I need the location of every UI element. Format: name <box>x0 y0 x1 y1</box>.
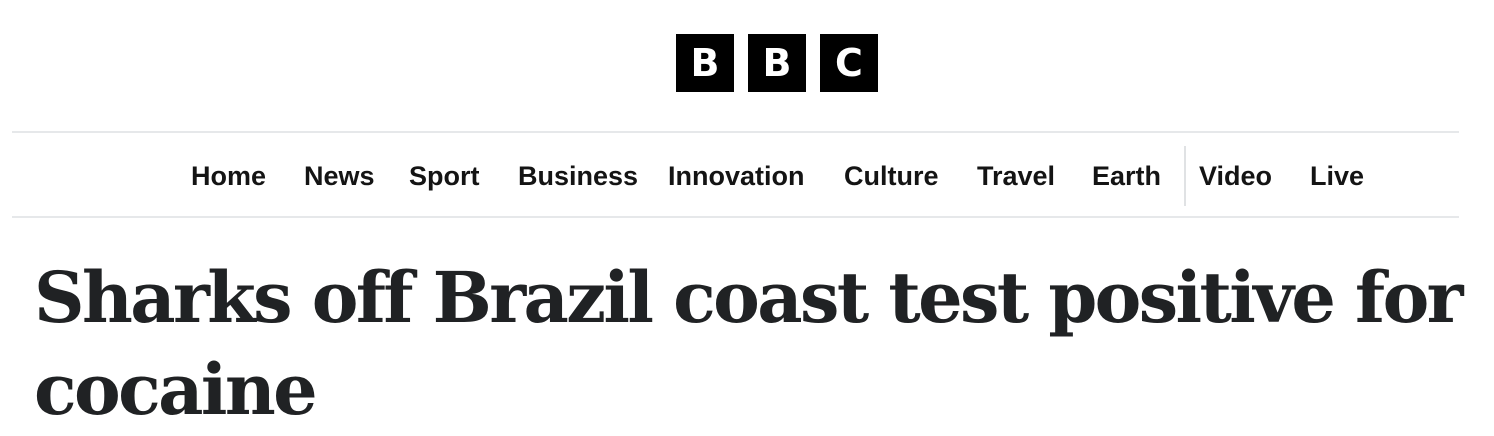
logo-letter-c: C <box>820 34 878 92</box>
nav-item-sport[interactable]: Sport <box>409 146 480 206</box>
header-divider-bottom <box>12 216 1459 218</box>
logo-letter-b2: B <box>748 34 806 92</box>
logo-letter-b1: B <box>676 34 734 92</box>
nav-item-live[interactable]: Live <box>1310 146 1364 206</box>
nav-item-travel[interactable]: Travel <box>977 146 1055 206</box>
nav-item-video[interactable]: Video <box>1199 146 1272 206</box>
nav-item-home[interactable]: Home <box>191 146 266 206</box>
nav-item-innovation[interactable]: Innovation <box>668 146 805 206</box>
header-divider-top <box>12 131 1459 133</box>
nav-item-business[interactable]: Business <box>518 146 638 206</box>
bbc-logo[interactable]: B B C <box>676 34 878 92</box>
nav-item-earth[interactable]: Earth <box>1092 146 1161 206</box>
nav-item-culture[interactable]: Culture <box>844 146 939 206</box>
article-headline: Sharks off Brazil coast test positive fo… <box>34 256 1464 431</box>
main-navigation: Home News Sport Business Innovation Cult… <box>0 146 1494 206</box>
nav-divider <box>1184 146 1186 206</box>
nav-item-news[interactable]: News <box>304 146 375 206</box>
